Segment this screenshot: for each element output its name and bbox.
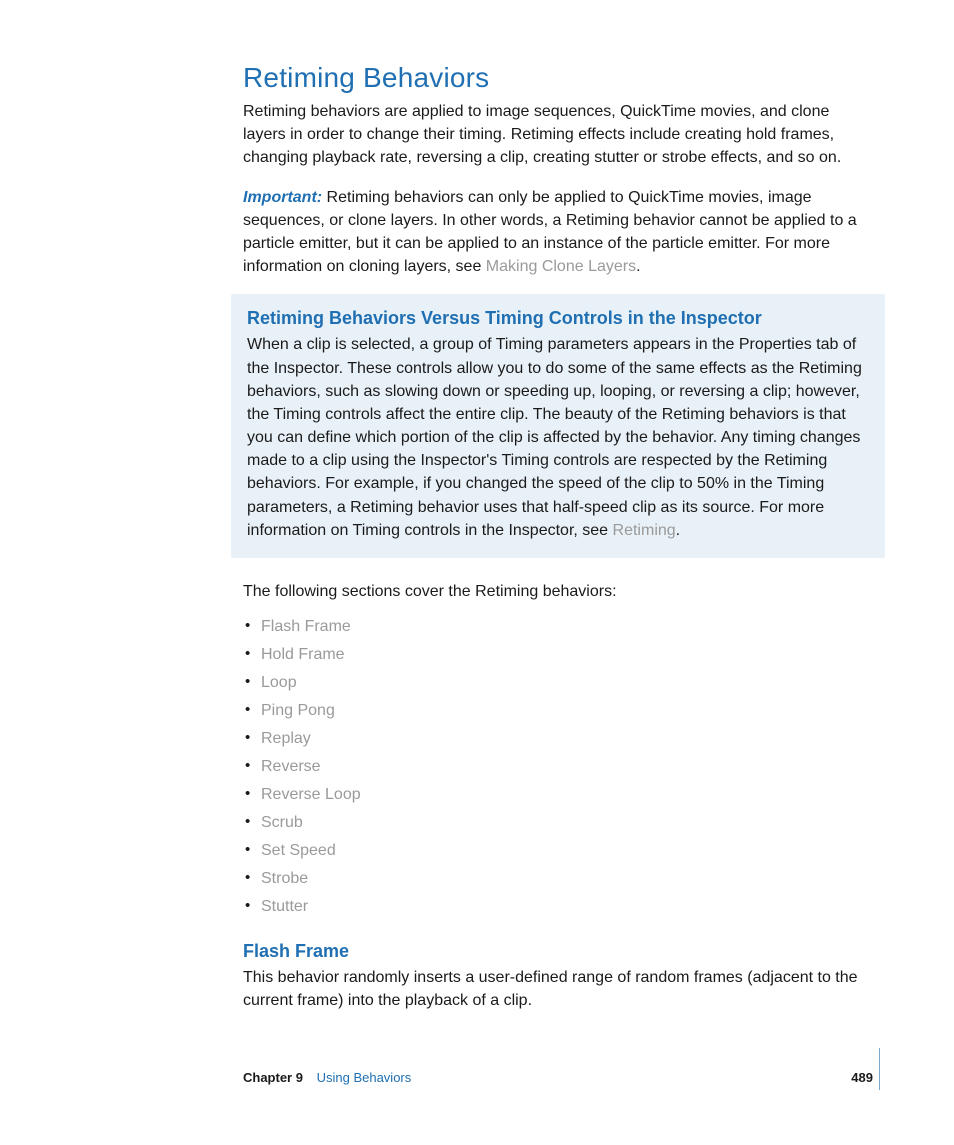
link-retiming[interactable]: Retiming	[613, 522, 676, 539]
list-intro: The following sections cover the Retimin…	[243, 580, 873, 603]
link-flash-frame[interactable]: Flash Frame	[261, 618, 351, 635]
link-replay[interactable]: Replay	[261, 730, 311, 747]
list-item: Flash Frame	[243, 613, 873, 641]
subsection-title: Flash Frame	[243, 941, 873, 962]
list-item: Stutter	[243, 893, 873, 921]
list-item: Loop	[243, 669, 873, 697]
content-column: Retiming Behaviors Retiming behaviors ar…	[243, 62, 873, 1029]
list-item: Ping Pong	[243, 697, 873, 725]
intro-paragraph: Retiming behaviors are applied to image …	[243, 100, 873, 170]
footer-left: Chapter 9 Using Behaviors	[243, 1070, 411, 1085]
section-title: Retiming Behaviors	[243, 62, 873, 94]
link-stutter[interactable]: Stutter	[261, 898, 308, 915]
chapter-name: Using Behaviors	[317, 1070, 412, 1085]
important-text-2: .	[636, 258, 640, 275]
chapter-label: Chapter 9	[243, 1070, 303, 1085]
list-item: Replay	[243, 725, 873, 753]
list-item: Reverse	[243, 753, 873, 781]
link-reverse-loop[interactable]: Reverse Loop	[261, 786, 361, 803]
page: Retiming Behaviors Retiming behaviors ar…	[0, 0, 954, 1145]
callout-text-2: .	[676, 522, 680, 539]
link-strobe[interactable]: Strobe	[261, 870, 308, 887]
behaviors-list: Flash Frame Hold Frame Loop Ping Pong Re…	[243, 613, 873, 921]
link-making-clone-layers[interactable]: Making Clone Layers	[486, 258, 636, 275]
link-ping-pong[interactable]: Ping Pong	[261, 702, 335, 719]
page-number: 489	[851, 1070, 873, 1085]
link-reverse[interactable]: Reverse	[261, 758, 321, 775]
link-scrub[interactable]: Scrub	[261, 814, 303, 831]
list-item: Strobe	[243, 865, 873, 893]
callout-box: Retiming Behaviors Versus Timing Control…	[231, 294, 885, 558]
important-label: Important:	[243, 189, 322, 206]
list-item: Reverse Loop	[243, 781, 873, 809]
footer-rule	[879, 1048, 880, 1090]
page-footer: Chapter 9 Using Behaviors 489	[243, 1070, 873, 1085]
link-hold-frame[interactable]: Hold Frame	[261, 646, 345, 663]
link-loop[interactable]: Loop	[261, 674, 297, 691]
list-item: Hold Frame	[243, 641, 873, 669]
link-set-speed[interactable]: Set Speed	[261, 842, 336, 859]
subsection-body: This behavior randomly inserts a user-de…	[243, 966, 873, 1012]
list-item: Set Speed	[243, 837, 873, 865]
callout-text-1: When a clip is selected, a group of Timi…	[247, 336, 862, 539]
list-item: Scrub	[243, 809, 873, 837]
callout-body: When a clip is selected, a group of Timi…	[247, 333, 869, 542]
callout-title: Retiming Behaviors Versus Timing Control…	[247, 308, 869, 329]
important-paragraph: Important: Retiming behaviors can only b…	[243, 186, 873, 279]
